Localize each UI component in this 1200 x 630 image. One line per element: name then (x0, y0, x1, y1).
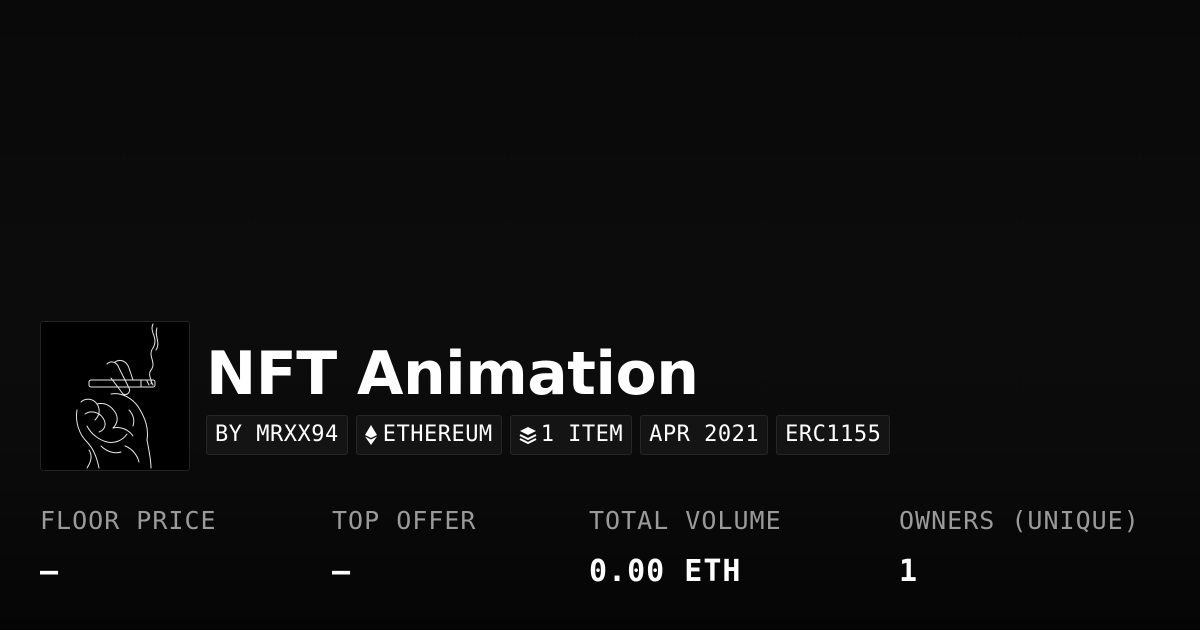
creator-tag[interactable]: BY MRXX94 (206, 415, 348, 455)
smoking-hand-line-art-icon (76, 323, 159, 469)
floor-price-label: FLOOR PRICE (40, 506, 217, 535)
date-tag-label: APR 2021 (649, 422, 760, 447)
items-tag-label: 1 ITEM (540, 422, 624, 447)
chain-tag[interactable]: ETHEREUM (355, 415, 502, 455)
owners-label: OWNERS (UNIQUE) (899, 506, 1140, 535)
date-tag: APR 2021 (640, 415, 769, 455)
collection-title: NFT Animation (206, 339, 699, 409)
top-offer-value: — (332, 554, 352, 589)
owners-value: 1 (899, 554, 919, 589)
total-volume-value: 0.00 ETH (589, 554, 742, 589)
standard-tag: ERC1155 (776, 415, 891, 455)
collection-tags: BY MRXX94 ETHEREUM 1 ITEM APR 2021 ERC11… (206, 415, 891, 455)
collection-thumbnail (40, 321, 190, 471)
creator-tag-label: BY MRXX94 (215, 422, 339, 447)
items-tag[interactable]: 1 ITEM (509, 415, 633, 455)
top-offer-label: TOP OFFER (332, 506, 477, 535)
layers-icon (519, 426, 537, 444)
floor-price-value: — (40, 554, 60, 589)
standard-tag-label: ERC1155 (785, 422, 882, 447)
chain-tag-label: ETHEREUM (382, 422, 493, 447)
ethereum-icon (364, 425, 377, 445)
total-volume-label: TOTAL VOLUME (589, 506, 782, 535)
